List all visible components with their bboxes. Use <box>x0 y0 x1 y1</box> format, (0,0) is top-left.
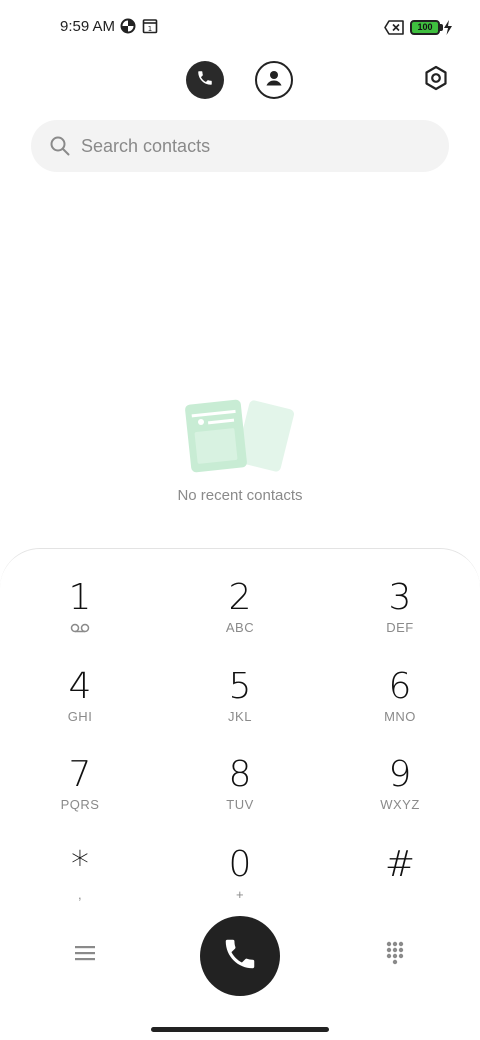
menu-button[interactable] <box>70 943 100 967</box>
empty-state-text: No recent contacts <box>177 487 303 504</box>
key-digit: 8 <box>228 754 252 795</box>
dialpad-key-star[interactable]: * , <box>20 845 140 915</box>
key-digit: 3 <box>388 577 412 618</box>
key-letters: WXYZ <box>380 797 420 812</box>
dialpad-key-0[interactable]: 0 + <box>180 845 300 915</box>
key-digit: * <box>71 844 89 885</box>
dialpad-key-5[interactable]: 5 JKL <box>180 667 300 737</box>
dialpad-key-8[interactable]: 8 TUV <box>180 755 300 825</box>
person-icon <box>262 66 286 95</box>
key-letters: GHI <box>67 709 93 724</box>
key-digit: 6 <box>388 666 412 707</box>
tab-contacts[interactable] <box>255 61 293 99</box>
search-icon <box>49 135 71 162</box>
charging-icon <box>443 20 453 40</box>
status-time: 9:59 AM <box>60 18 116 35</box>
menu-icon <box>75 945 95 966</box>
key-letters: ABC <box>225 620 255 635</box>
key-digit: 1 <box>68 577 92 618</box>
key-digit: 2 <box>228 577 252 618</box>
home-indicator[interactable] <box>151 1027 329 1032</box>
dialpad-key-1[interactable]: 1 <box>20 578 140 648</box>
battery-icon: 100 <box>410 20 440 35</box>
key-letters: TUV <box>226 797 254 812</box>
key-digit: 4 <box>68 666 92 707</box>
no-sim-icon <box>384 20 404 40</box>
empty-contacts-illustration <box>184 398 296 479</box>
key-letters: + <box>235 887 245 902</box>
key-letters: , <box>77 887 83 902</box>
search-bar[interactable] <box>31 120 449 172</box>
tab-recents[interactable] <box>186 61 224 99</box>
dialpad-key-6[interactable]: 6 MNO <box>340 667 460 737</box>
calendar-day: 1 <box>148 25 152 33</box>
dialpad-key-3[interactable]: 3 DEF <box>340 578 460 648</box>
settings-button[interactable] <box>420 64 452 96</box>
key-letters: MNO <box>384 709 416 724</box>
dialpad-key-2[interactable]: 2 ABC <box>180 578 300 648</box>
voicemail-icon <box>20 620 140 638</box>
call-button[interactable] <box>200 916 280 996</box>
status-bar: 9:59 AM 1 100 <box>0 0 480 56</box>
dialpad-icon <box>386 941 404 970</box>
phone-icon <box>221 935 259 978</box>
search-input[interactable] <box>81 120 431 172</box>
key-digit: # <box>384 844 416 885</box>
key-digit: 0 <box>228 844 252 885</box>
data-saver-icon <box>120 18 136 39</box>
key-digit: 7 <box>68 754 92 795</box>
dialpad-key-7[interactable]: 7 PQRS <box>20 755 140 825</box>
battery-level: 100 <box>417 22 433 32</box>
key-digit: 5 <box>228 666 252 707</box>
key-letters: JKL <box>228 709 252 724</box>
calendar-icon: 1 <box>142 18 158 39</box>
dialpad-toggle-button[interactable] <box>382 940 408 970</box>
dialpad-key-hash[interactable]: # <box>340 845 460 915</box>
phone-icon <box>196 69 214 92</box>
key-digit: 9 <box>388 754 412 795</box>
dialpad-key-4[interactable]: 4 GHI <box>20 667 140 737</box>
key-letters: DEF <box>386 620 414 635</box>
settings-icon <box>423 65 449 96</box>
key-letters: PQRS <box>60 797 100 812</box>
dialpad-key-9[interactable]: 9 WXYZ <box>340 755 460 825</box>
